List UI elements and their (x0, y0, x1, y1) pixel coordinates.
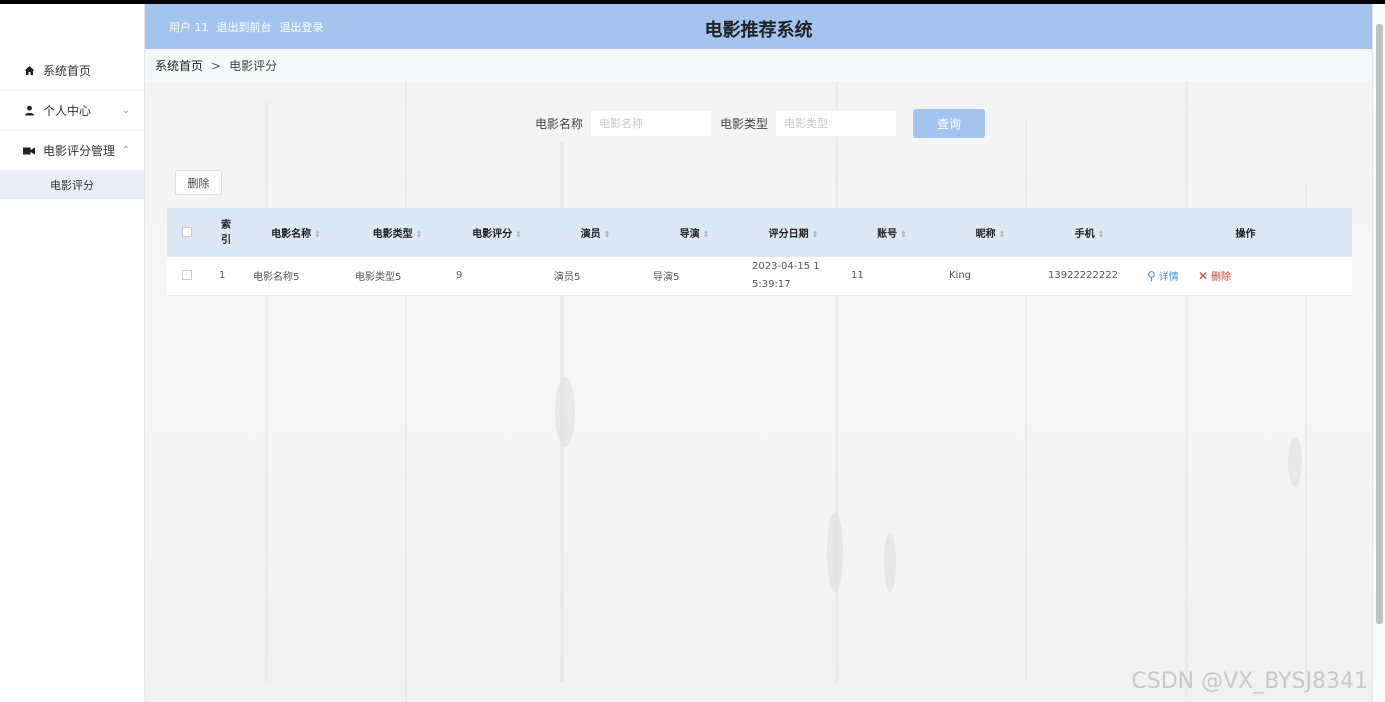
header-phone-label: 手机 (1074, 229, 1095, 240)
vertical-scrollbar[interactable] (1372, 4, 1385, 702)
watermark: CSDN @VX_BYSJ8341 (1131, 669, 1368, 694)
detail-button[interactable]: ⚲ 详情 (1147, 268, 1179, 284)
chevron-down-icon: ⌄ (121, 105, 130, 116)
movie-name-input[interactable] (590, 110, 713, 137)
cell-movie-type: 电影类型5 (355, 272, 402, 284)
chevron-up-icon: ⌃ (121, 145, 130, 156)
sort-icon[interactable]: ⇕ (812, 230, 819, 239)
movie-name-label: 电影名称 (535, 117, 584, 131)
film-icon (22, 146, 36, 156)
main-content: 电影名称 电影类型 查询 删除 索引 电影名称⇕ 电影类型⇕ (145, 82, 1372, 702)
movie-type-input[interactable] (775, 110, 898, 137)
header-movie-type-label: 电影类型 (372, 229, 413, 240)
row-checkbox[interactable] (182, 270, 192, 281)
row-delete-label: 删除 (1211, 272, 1232, 284)
search-icon: ⚲ (1147, 268, 1156, 283)
scrollbar-thumb[interactable] (1376, 24, 1383, 624)
background-texture (265, 82, 1307, 702)
sort-icon[interactable]: ⇕ (1098, 230, 1105, 239)
app-window: 系统首页 个人中心 ⌄ 电影评分管理 ⌃ 电影评分 用户 11 退出到前台 退出… (0, 4, 1385, 702)
movie-type-label: 电影类型 (720, 117, 769, 131)
breadcrumb: 系统首页 > 电影评分 (145, 49, 1372, 82)
sort-icon[interactable]: ⇕ (314, 230, 321, 239)
search-bar: 电影名称 电影类型 查询 (535, 109, 986, 138)
sidebar-item-label: 个人中心 (43, 104, 92, 118)
sort-icon[interactable]: ⇕ (999, 230, 1006, 239)
cell-director: 导演5 (653, 272, 680, 284)
row-delete-button[interactable]: ✕ 删除 (1197, 268, 1232, 284)
sidebar-subitem-movie-rating[interactable]: 电影评分 (0, 171, 144, 199)
cell-index: 1 (219, 270, 226, 282)
sidebar: 系统首页 个人中心 ⌄ 电影评分管理 ⌃ 电影评分 (0, 4, 145, 702)
sort-icon[interactable]: ⇕ (900, 230, 907, 239)
header-account[interactable]: 账号 ⇕ (843, 208, 941, 257)
header-phone[interactable]: 手机 ⇕ (1040, 208, 1139, 257)
sidebar-item-personal-center[interactable]: 个人中心 ⌄ (0, 91, 144, 131)
header-director[interactable]: 导演 ⇕ (645, 208, 744, 257)
header-date[interactable]: 评分日期 ⇕ (744, 208, 843, 257)
sort-icon[interactable]: ⇕ (515, 230, 522, 239)
select-all-checkbox[interactable] (182, 227, 192, 237)
sort-icon[interactable]: ⇕ (416, 230, 423, 239)
batch-delete-button[interactable]: 删除 (175, 170, 222, 195)
cell-account: 11 (851, 270, 864, 282)
header-actor-label: 演员 (580, 229, 601, 240)
header-movie-name[interactable]: 电影名称 ⇕ (245, 208, 347, 257)
breadcrumb-separator: > (211, 58, 222, 73)
header-director-label: 导演 (679, 229, 700, 240)
user-icon (22, 105, 36, 116)
header-movie-name-label: 电影名称 (271, 229, 312, 240)
cell-date: 2023-04-15 15:39:17 (752, 260, 820, 290)
sidebar-subitem-label: 电影评分 (50, 179, 94, 192)
cell-actions: ⚲ 详情 ✕ 删除 (1139, 257, 1352, 295)
app-title: 电影推荐系统 (704, 20, 813, 41)
home-icon (22, 65, 36, 76)
cell-nickname: King (949, 270, 972, 282)
cell-movie-name: 电影名称5 (253, 272, 300, 284)
header-actions-label: 操作 (1235, 229, 1256, 240)
header-index-label: 索引 (221, 219, 231, 246)
cell-actor: 演员5 (554, 272, 581, 284)
header-nickname[interactable]: 昵称 ⇕ (941, 208, 1040, 257)
query-button[interactable]: 查询 (913, 109, 986, 138)
header-nickname-label: 昵称 (975, 229, 996, 240)
header-date-label: 评分日期 (768, 229, 809, 240)
breadcrumb-home[interactable]: 系统首页 (155, 57, 203, 74)
header-actions: 操作 (1139, 208, 1352, 257)
sort-icon[interactable]: ⇕ (703, 230, 710, 239)
cell-phone: 13922222222 (1048, 270, 1118, 282)
header-rating[interactable]: 电影评分 ⇕ (448, 208, 546, 257)
header-rating-label: 电影评分 (472, 229, 513, 240)
top-header: 用户 11 退出到前台 退出登录 电影推荐系统 (145, 4, 1372, 49)
detail-label: 详情 (1158, 272, 1179, 284)
table-header-row: 索引 电影名称 ⇕ 电影类型 ⇕ 电影评分 ⇕ 演员 ⇕ 导演 ⇕ 评分日期 ⇕ 账号 ⇕ 昵… (167, 208, 1352, 257)
row-select-cell[interactable] (167, 257, 207, 295)
header-account-label: 账号 (877, 229, 898, 240)
header-index: 索引 (207, 208, 245, 257)
close-icon: ✕ (1197, 268, 1209, 283)
rating-table: 索引 电影名称 ⇕ 电影类型 ⇕ 电影评分 ⇕ 演员 ⇕ 导演 ⇕ 评分日期 ⇕ 账号 ⇕ 昵… (167, 208, 1352, 296)
sidebar-item-label: 电影评分管理 (43, 144, 116, 158)
breadcrumb-current: 电影评分 (229, 59, 278, 73)
cell-rating: 9 (456, 270, 463, 282)
sort-icon[interactable]: ⇕ (604, 230, 611, 239)
sidebar-item-label: 系统首页 (43, 64, 92, 78)
select-all-cell[interactable] (167, 208, 207, 257)
sidebar-item-home[interactable]: 系统首页 (0, 51, 144, 91)
header-movie-type[interactable]: 电影类型 ⇕ (347, 208, 448, 257)
header-actor[interactable]: 演员 ⇕ (546, 208, 645, 257)
table-row: 1 电影名称5 电影类型5 9 演员5 导演5 2023-04-15 15:39… (167, 257, 1352, 295)
sidebar-item-rating-management[interactable]: 电影评分管理 ⌃ (0, 131, 144, 171)
